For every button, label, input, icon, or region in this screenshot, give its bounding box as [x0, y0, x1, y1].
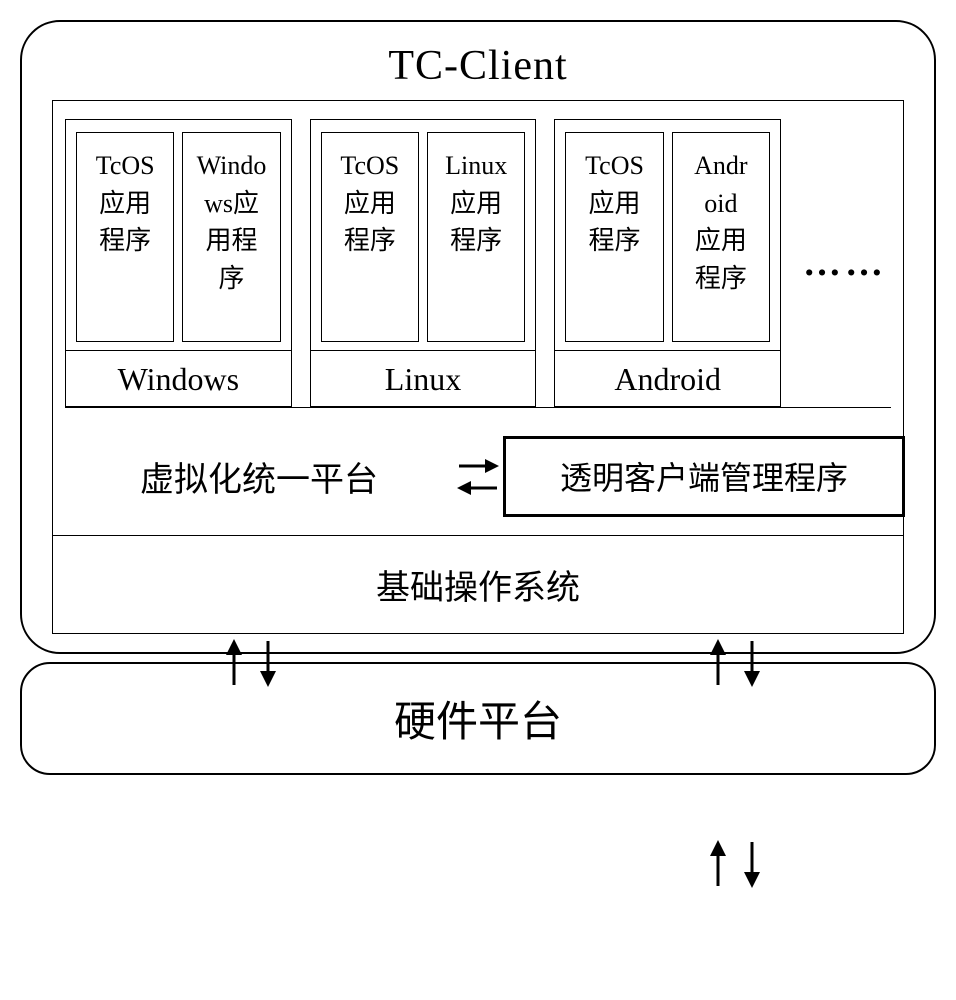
base-os-box: 基础操作系统 [52, 536, 904, 634]
os-row: TcOS应用程序 Windows应用程序 Windows TcOS应用程序 Li… [65, 119, 891, 408]
diagram-title: TC-Client [52, 42, 904, 90]
os-name-linux: Linux [311, 350, 536, 406]
arrow-down-icon [738, 840, 766, 888]
app-tcos-windows: TcOS应用程序 [76, 132, 174, 342]
arrows-mgmt-baseos [704, 639, 766, 687]
arrow-left-icon [457, 478, 499, 498]
client-manager-box: 透明客户端管理程序 [503, 436, 905, 517]
arrow-down-icon [738, 639, 766, 687]
arrow-down-icon [254, 639, 282, 687]
app-tcos-linux: TcOS应用程序 [321, 132, 419, 342]
os-box-linux: TcOS应用程序 Linux应用程序 Linux [310, 119, 537, 407]
arrow-up-icon [704, 840, 732, 888]
arrow-up-icon [220, 639, 248, 687]
arrow-up-icon [704, 639, 732, 687]
arrows-virt-baseos [220, 639, 282, 687]
app-linux: Linux应用程序 [427, 132, 525, 342]
os-name-android: Android [555, 350, 780, 406]
virtualization-platform-container: TcOS应用程序 Windows应用程序 Windows TcOS应用程序 Li… [52, 100, 904, 536]
app-android: Android应用程序 [672, 132, 770, 342]
os-box-android: TcOS应用程序 Android应用程序 Android [554, 119, 781, 407]
os-box-windows: TcOS应用程序 Windows应用程序 Windows [65, 119, 292, 407]
os-name-windows: Windows [66, 350, 291, 406]
arrows-baseos-hardware [704, 840, 766, 888]
app-windows: Windows应用程序 [182, 132, 280, 342]
app-tcos-android: TcOS应用程序 [565, 132, 663, 342]
arrows-virt-mgmt [453, 436, 503, 517]
lower-row: 虚拟化统一平台 透明客户端管理程序 [65, 436, 891, 517]
arrow-right-icon [457, 456, 499, 476]
hardware-box: 硬件平台 [20, 662, 936, 775]
tc-client-container: TC-Client TcOS应用程序 Windows应用程序 Windows T… [20, 20, 936, 654]
virtualization-platform-label: 虚拟化统一平台 [65, 436, 453, 517]
ellipsis: …… [799, 241, 891, 285]
